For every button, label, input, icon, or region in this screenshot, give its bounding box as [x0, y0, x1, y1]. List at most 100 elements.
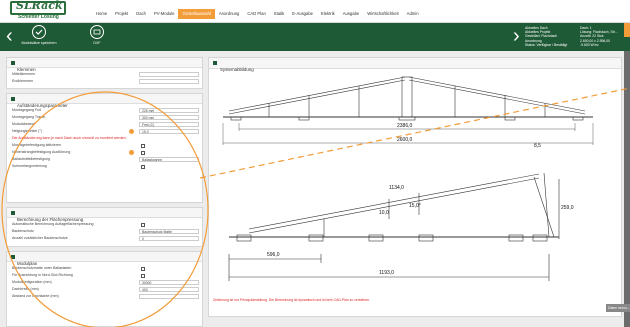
- montagegang-traufe-input[interactable]: 300 mm: [139, 115, 199, 120]
- row-modulkonfiguration: Modulkonfiguration (mm) 30000: [7, 279, 202, 286]
- row-label: Modulabstand: [12, 122, 35, 126]
- row-label: Ballastmittelbefestigung: [12, 157, 50, 161]
- ballast-a: [236, 234, 252, 242]
- center-post: [401, 76, 413, 118]
- slrack-logo[interactable]: SLRack Schletter Lösung: [8, 0, 68, 21]
- row-neigungswinkel: Neigungswinkel (°) 15,0: [7, 128, 202, 135]
- modulkonfiguration-input[interactable]: 30000: [139, 280, 199, 285]
- card-aufstaender: Aufständerungsparameter Montagegang Fuß 2…: [6, 93, 203, 203]
- bautenschutz-select[interactable]: Bautenschutz Matte: [139, 229, 199, 234]
- info-right-5: -9.600 W/m²: [580, 42, 599, 47]
- row-nebenstrang: Nebenstrangbefestigung Ausführung: [7, 149, 202, 156]
- nebenstrang-checkbox[interactable]: [141, 150, 145, 155]
- dim-label-8-5: 8,5: [534, 143, 541, 149]
- nav-pv-module[interactable]: PV-Module: [150, 9, 178, 19]
- ballast-c: [368, 234, 384, 242]
- chevron-left-icon[interactable]: ‹: [6, 26, 13, 46]
- nav-anordnung[interactable]: Anordnung: [215, 9, 244, 19]
- dxf-button[interactable]: DXF: [82, 25, 112, 49]
- section-marker: [11, 255, 15, 259]
- ballast-b: [308, 234, 324, 242]
- logo-subtitle: Schletter Lösung: [18, 14, 59, 20]
- rear-post: [533, 176, 555, 238]
- section-marker: [213, 61, 217, 65]
- nav-home[interactable]: Home: [92, 9, 111, 19]
- row-label: Nebenstrangbefestigung Ausführung: [12, 150, 71, 154]
- dim-label-596: 596,0: [267, 252, 280, 258]
- save-modules-label: Modulsätze speichern: [21, 41, 57, 45]
- settings-panel: Klemmen Mittelklemmen Endklemmen Aufstän…: [6, 57, 203, 327]
- row-montagebefestigung: Montagebefestigung aktivieren: [7, 142, 202, 149]
- drawing-note: Zeichnung ist nur Prinzipdarstellung. Di…: [213, 298, 370, 302]
- nav-cad-plan[interactable]: CAD Plan: [243, 9, 269, 19]
- mittelklemmen-select[interactable]: [139, 72, 199, 77]
- row-label: Montagegang Traufe: [12, 115, 46, 119]
- section-marker: [11, 211, 15, 215]
- modulabstand-input[interactable]: Fest (C): [139, 122, 199, 127]
- nav-e-ausgabe[interactable]: E-Ausgabe: [288, 9, 317, 19]
- row-auto-berechnung: Automatische Berechnung Auflageflächenpr…: [7, 221, 202, 228]
- auto-berechnung-checkbox[interactable]: [141, 222, 145, 227]
- montagebefestigung-checkbox[interactable]: [141, 143, 145, 148]
- nav-dach[interactable]: Dach: [132, 9, 150, 19]
- row-label: Für Ausrichtung in Nord-Süd-Richtung: [12, 273, 73, 277]
- ausrichtung-checkbox[interactable]: [141, 273, 145, 278]
- row-montagegang-traufe: Montagegang Traufe 300 mm: [7, 114, 202, 121]
- dim-label-1134: 1134,0: [389, 185, 404, 191]
- ballast-e: [508, 234, 524, 242]
- row-label: Endklemmen: [12, 79, 33, 83]
- info-right: Dach: 1 Lösung: Flachdach, Str... Anzahl…: [580, 26, 618, 47]
- left-roof-line-2: [228, 79, 406, 115]
- schneefang-checkbox[interactable]: [141, 164, 145, 169]
- dim-label-10: 10,0: [379, 210, 389, 216]
- row-schneefang: Schneefangverteilung: [7, 163, 202, 170]
- nav-statik[interactable]: Statik: [270, 9, 288, 19]
- warning-icon: [129, 129, 134, 134]
- system-drawing: 2386,0 2600,0 8,5 1134,0 10,0 15,0° 259,…: [222, 76, 594, 281]
- dim-label-259: 259,0: [561, 205, 574, 211]
- anzahl-bautenschutz-input[interactable]: 0: [139, 236, 199, 241]
- dim-label-2386: 2386,0: [397, 123, 413, 129]
- row-montagegang-fuss: Montagegang Fuß 225 mm: [7, 107, 202, 114]
- row-abstand-dachkante: Abstand zur Dachkante (mm): [7, 293, 202, 300]
- row-ausrichtung: Für Ausrichtung in Nord-Süd-Richtung: [7, 272, 202, 279]
- dachbreite-input[interactable]: 400: [139, 287, 199, 292]
- nav-gestellauswahl[interactable]: Gestellauswahl: [178, 9, 215, 19]
- row-label: Dachbreite (mm): [12, 287, 39, 291]
- card-header: Aufständerungsparameter: [7, 94, 202, 108]
- chevron-right-icon[interactable]: ›: [513, 26, 520, 46]
- right-sidebar: [624, 51, 630, 327]
- toolbar: ‹ Modulsätze speichern DXF › Aktuelles D…: [0, 23, 630, 51]
- logo-text: SLRack: [16, 0, 63, 12]
- row-label: Bautenschutz: [12, 229, 34, 233]
- row-label: Montagegang Fuß: [12, 108, 42, 112]
- data-download-button[interactable]: Daten herun...: [606, 304, 630, 312]
- row-label: Bautenschutzmatte unter Ballaststein: [12, 266, 72, 270]
- card-flaechenpressung: Berechnung der Flächenpressung Automatis…: [6, 207, 203, 247]
- neigungswinkel-input[interactable]: 15,0: [139, 129, 199, 134]
- montagegang-fuss-input[interactable]: 225 mm: [139, 108, 199, 113]
- row-dachbreite: Dachbreite (mm) 400: [7, 286, 202, 293]
- row-ballast: Ballastmittelbefestigung Ballastwanne: [7, 156, 202, 163]
- nav-admin[interactable]: Admin: [403, 9, 423, 19]
- nav-wirtschaftlichkeit[interactable]: Wirtschaftlichkeit: [363, 9, 402, 19]
- save-modules-button[interactable]: Modulsätze speichern: [22, 25, 56, 49]
- bautenschutzmatte-checkbox[interactable]: [141, 266, 145, 271]
- abstand-dachkante-input[interactable]: [139, 294, 199, 299]
- endklemmen-select[interactable]: [139, 79, 199, 84]
- row-label: Mittelklemmen: [12, 72, 36, 76]
- row-label: Modulkonfiguration (mm): [12, 280, 52, 284]
- row-label: Neigungswinkel (°): [12, 129, 42, 133]
- row-modulabstand: Modulabstand Fest (C): [7, 121, 202, 128]
- nav-projekt[interactable]: Projekt: [111, 9, 132, 19]
- nav-elektrik[interactable]: Elektrik: [317, 9, 339, 19]
- nav-ausgabe[interactable]: Ausgabe: [339, 9, 364, 19]
- ballast-f: [532, 234, 548, 242]
- ballast-select[interactable]: Ballastwanne: [139, 157, 199, 162]
- card-klemmen: Klemmen Mittelklemmen Endklemmen: [6, 57, 203, 89]
- row-label: Anzahl zusätzlicher Bautenschutze: [12, 236, 68, 240]
- orange-corner[interactable]: [624, 23, 630, 37]
- section-marker: [11, 61, 15, 65]
- system-drawing-panel: Systemabbildung 2386,0 2600,0 8,5 1134,0…: [208, 57, 622, 317]
- right-roof-line: [408, 76, 586, 112]
